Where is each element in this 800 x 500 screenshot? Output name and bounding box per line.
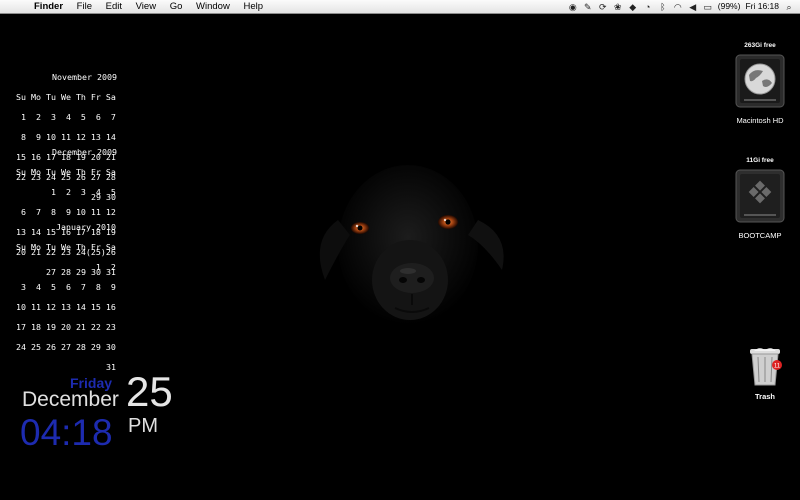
calendar-week: 10 11 12 13 14 15 16 [16,302,116,312]
trash-badge: 11 [774,364,781,370]
status-menus: ◉ ✎ ⟳ ❀ ◆ ◔ ᛒ ◠ ◀ ▭ (99%) Fri 16:18 ⌕ [568,0,794,13]
battery-percent[interactable]: (99%) [718,0,741,13]
bootcamp-icon[interactable]: 11Gi free BOOTCAMP [725,157,795,240]
dog-wallpaper [319,165,504,325]
menu-help[interactable]: Help [243,1,263,12]
calendar-weekday-header: Su Mo Tu We Th Fr Sa [16,92,116,102]
clock-ampm: PM [128,415,158,437]
calendar-week: 1 2 [16,262,116,272]
calendar-week: 1 2 3 4 5 6 7 [16,112,116,122]
macintosh-hd-free: 263Gi free [744,42,776,49]
bluetooth-icon[interactable]: ᛒ [658,2,668,12]
clock-time: 04:18 [20,412,113,453]
menu-go[interactable]: Go [170,1,183,12]
calendar-week: 17 18 19 20 21 22 23 [16,322,116,332]
bootcamp-label: BOOTCAMP [738,231,782,240]
spotlight-search-icon[interactable]: ⌕ [784,2,794,12]
volume-icon[interactable]: ◀ [688,2,698,12]
trash-can-icon: 11 [750,348,782,386]
calendar-january: January 2010 Su Mo Tu We Th Fr Sa 1 2 3 … [16,212,116,382]
battery-icon[interactable]: ▭ [703,2,713,12]
macintosh-hd-icon[interactable]: 263Gi free Macintosh HD [725,42,795,125]
calendar-week: 3 4 5 6 7 8 9 [16,282,116,292]
calendar-weekday-header: Su Mo Tu We Th Fr Sa [16,242,116,252]
pen-icon[interactable]: ✎ [583,2,593,12]
menu-list: Finder File Edit View Go Window Help [34,0,274,13]
cat-icon[interactable]: ◆ [628,2,638,12]
calendar-week: 24 25 26 27 28 29 30 [16,342,116,352]
menu-bar: Finder File Edit View Go Window Help ◉ ✎… [0,0,800,14]
trash-label: Trash [754,392,775,401]
hard-drive-icon [735,54,785,108]
menubar-clock[interactable]: Fri 16:18 [745,0,779,13]
hard-drive-icon [735,169,785,223]
clock-date: 25 [126,368,173,415]
calendar-month-title: January 2010 [56,222,116,232]
bootcamp-free: 11Gi free [746,157,774,164]
menu-window[interactable]: Window [196,1,230,12]
menu-file[interactable]: File [77,1,92,12]
clock-month: December [22,388,119,411]
calendar-week: 1 2 3 4 5 [16,187,116,197]
wifi-icon[interactable]: ◠ [673,2,683,12]
trash-icon[interactable]: 11 Trash [740,345,790,401]
calendar-month-title: November 2009 [52,72,117,82]
calendar-week: 31 [106,362,116,372]
menu-edit[interactable]: Edit [106,1,122,12]
paw-icon[interactable]: ❀ [613,2,623,12]
time-machine-icon[interactable]: ◔ [643,2,653,12]
calendar-weekday-header: Su Mo Tu We Th Fr Sa [16,167,116,177]
sync-icon[interactable]: ⟳ [598,2,608,12]
calendar-month-title: December 2009 [52,147,117,157]
globe-icon[interactable]: ◉ [568,2,578,12]
macintosh-hd-label: Macintosh HD [736,116,784,125]
menu-finder[interactable]: Finder [34,1,63,12]
menu-view[interactable]: View [136,1,156,12]
